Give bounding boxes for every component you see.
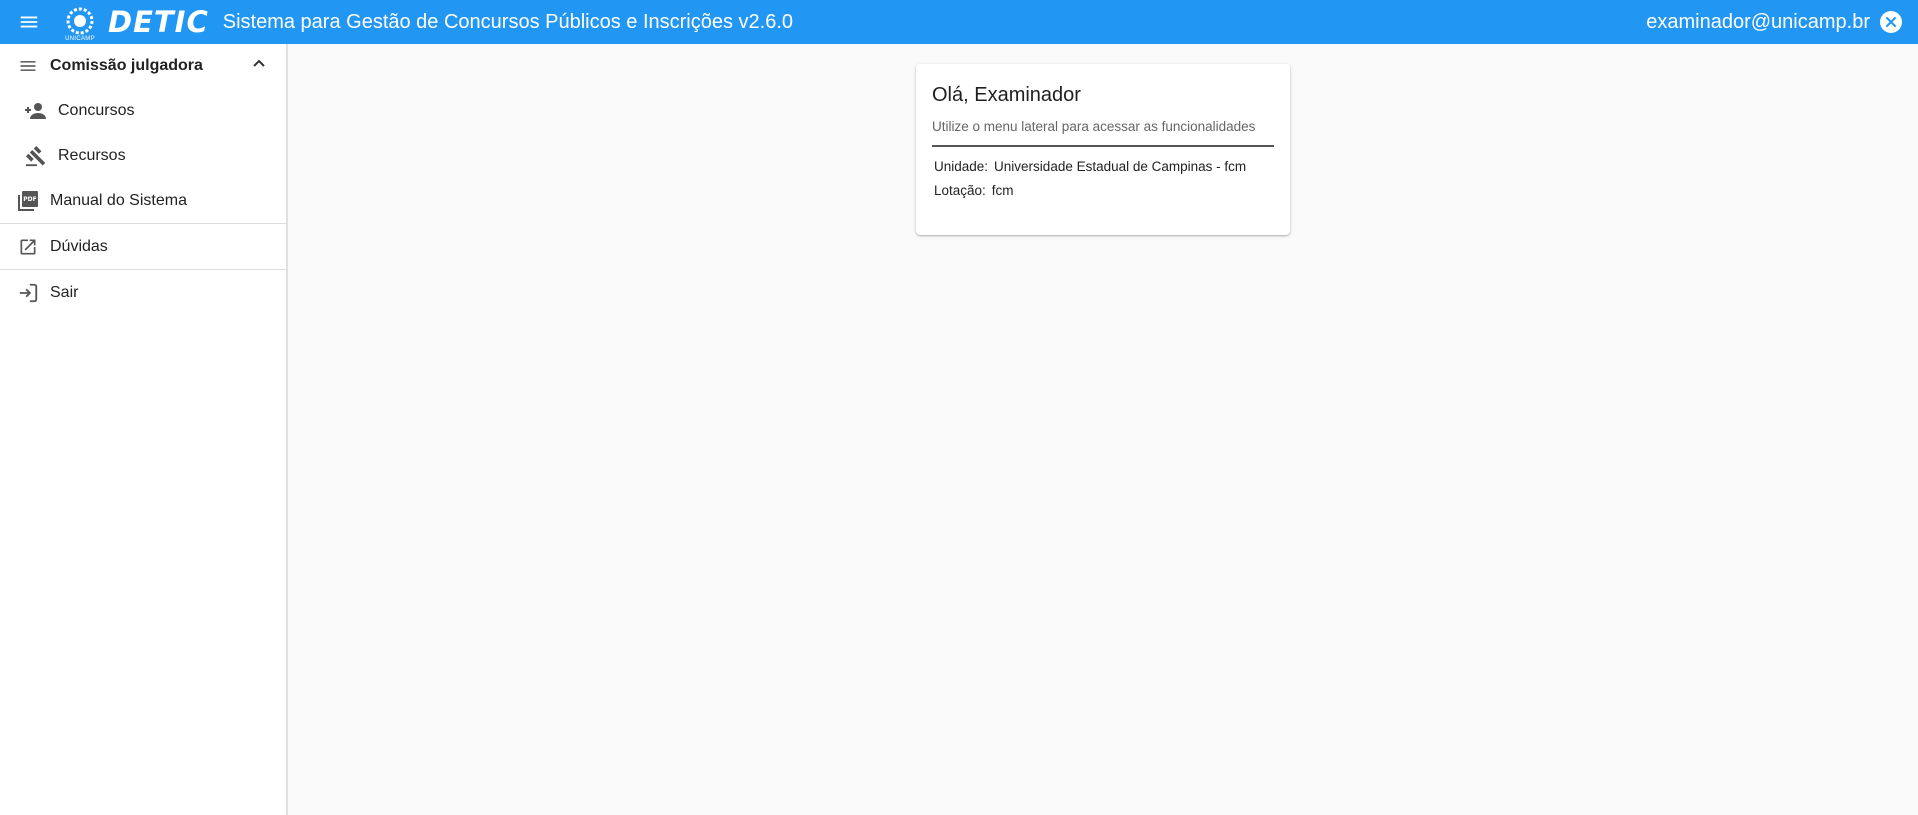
- sidebar-item-label: Concursos: [58, 101, 135, 119]
- unicamp-emblem-icon: [66, 7, 94, 35]
- open-in-new-icon: [14, 237, 42, 257]
- lotacao-value: fcm: [991, 183, 1014, 198]
- pdf-icon: PDF: [14, 190, 42, 212]
- welcome-card: Olá, Examinador Utilize o menu lateral p…: [916, 64, 1290, 235]
- card-divider: [932, 145, 1274, 147]
- menu-icon: [20, 16, 38, 28]
- sidebar: Comissão julgadora Concursos Recursos PD…: [0, 44, 288, 815]
- detic-logo: DETIC: [108, 5, 209, 39]
- lotacao-label: Lotação:: [934, 183, 986, 198]
- card-title: Olá, Examinador: [932, 84, 1081, 106]
- info-row-lotacao: Lotação: fcm: [934, 183, 1014, 198]
- top-app-bar: UNICAMP DETIC Sistema para Gestão de Con…: [0, 0, 1918, 44]
- sidebar-item-manual[interactable]: PDF Manual do Sistema: [0, 178, 286, 223]
- sidebar-item-label: Recursos: [58, 146, 126, 164]
- unidade-value: Universidade Estadual de Campinas - fcm: [994, 159, 1247, 174]
- chevron-up-icon: [252, 57, 266, 76]
- user-area: examinador@unicamp.br: [1646, 11, 1918, 34]
- svg-text:PDF: PDF: [23, 196, 36, 203]
- sidebar-group-comissao-julgadora[interactable]: Comissão julgadora: [0, 44, 286, 88]
- person-add-icon: [22, 101, 50, 121]
- card-subtitle: Utilize o menu lateral para acessar as f…: [932, 119, 1256, 134]
- sidebar-item-recursos[interactable]: Recursos: [0, 133, 286, 178]
- app-title: Sistema para Gestão de Concursos Público…: [222, 10, 794, 33]
- unicamp-logo-label: UNICAMP: [65, 36, 95, 42]
- gavel-icon: [22, 145, 50, 167]
- close-session-button[interactable]: [1880, 11, 1902, 33]
- sidebar-item-label: Dúvidas: [50, 237, 108, 255]
- sidebar-item-label: Sair: [50, 283, 79, 301]
- sidebar-item-concursos[interactable]: Concursos: [0, 88, 286, 133]
- unidade-label: Unidade:: [934, 159, 989, 174]
- sidebar-item-sair[interactable]: Sair: [0, 270, 286, 315]
- sidebar-item-label: Manual do Sistema: [50, 191, 187, 209]
- hamburger-menu-button[interactable]: [0, 0, 58, 44]
- info-row-unidade: Unidade: Universidade Estadual de Campin…: [934, 159, 1246, 174]
- user-email: examinador@unicamp.br: [1646, 10, 1870, 33]
- unicamp-logo: UNICAMP: [58, 0, 102, 44]
- sidebar-item-duvidas[interactable]: Dúvidas: [0, 224, 286, 269]
- close-icon: [1886, 17, 1896, 27]
- sidebar-group-label: Comissão julgadora: [50, 57, 203, 74]
- login-icon: [14, 282, 42, 304]
- menu-lines-icon: [14, 56, 42, 76]
